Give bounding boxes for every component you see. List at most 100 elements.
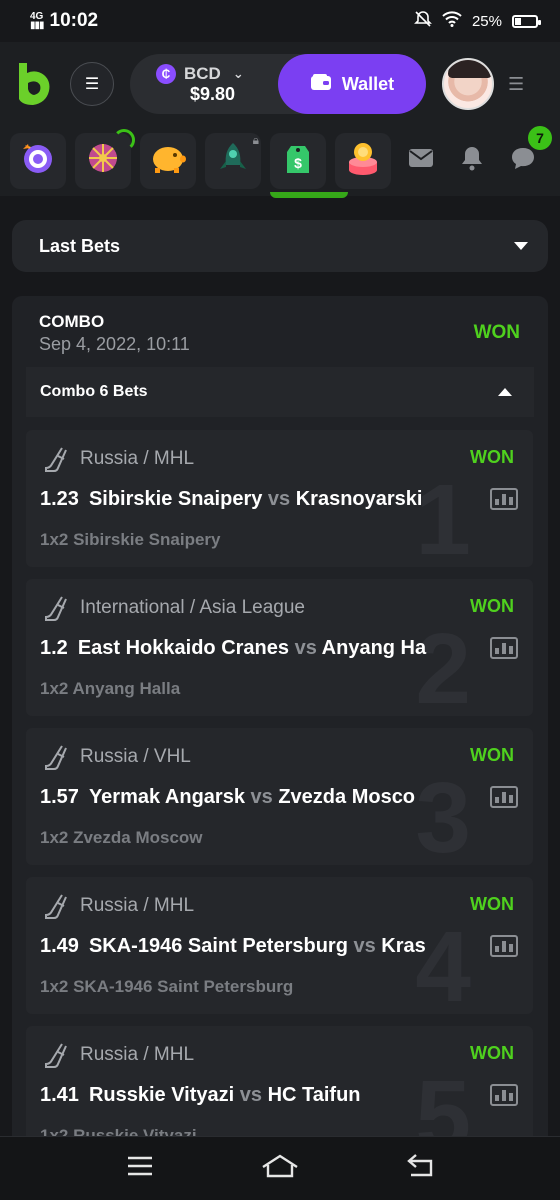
caret-up-icon (498, 388, 512, 396)
bet-match-row: 1.57 Yermak Angarsk vs Zvezda Mosco (40, 786, 480, 809)
chat-badge: 7 (528, 126, 552, 150)
stats-chart-icon[interactable] (490, 786, 518, 808)
bc-logo-icon[interactable] (14, 60, 54, 108)
bet-index-watermark: 2 (415, 613, 471, 716)
home-team: SKA-1946 Saint Petersburg (88, 935, 348, 957)
bet-status: WON (470, 447, 514, 467)
mail-icon (408, 148, 434, 174)
bet-status: WON (470, 1043, 514, 1063)
piggy-bank-tile[interactable] (140, 133, 196, 189)
hockey-stick-icon (44, 1042, 68, 1068)
combo-bets-label: Combo 6 Bets (40, 383, 148, 400)
bet-status: WON (470, 596, 514, 616)
vs-label: vs (267, 488, 291, 510)
bet-pick: 1x2 Anyang Halla (40, 679, 181, 698)
stats-chart-icon[interactable] (490, 637, 518, 659)
bet-league-row: Russia / VHL WON (44, 744, 514, 770)
bet-item[interactable]: 4 Russia / MHL WON 1.49 SKA-1946 Saint Peter… (26, 877, 533, 1014)
target-icon (21, 141, 55, 182)
svg-text:$: $ (294, 155, 302, 171)
lock-icon: 🔒︎ (252, 133, 259, 147)
wallet-icon (310, 73, 332, 96)
network-indicator: 4G ▮▮▮ (30, 12, 44, 31)
chat-button[interactable]: 7 (502, 126, 552, 182)
spin-target-tile[interactable] (10, 133, 66, 189)
mail-button[interactable] (400, 140, 442, 182)
bet-odds: 1.57 (40, 786, 79, 808)
home-team: Sibirskie Snaipery (88, 488, 263, 510)
away-team: Zvezda Mosco (278, 786, 416, 808)
piggy-bank-icon (149, 142, 187, 181)
bet-match-row: 1.2 East Hokkaido Cranes vs Anyang Ha (40, 637, 480, 660)
recents-button[interactable] (120, 1154, 160, 1184)
cash-tag-tile[interactable]: $ (270, 133, 326, 189)
vs-label: vs (294, 637, 317, 659)
bell-icon (460, 145, 484, 177)
lucky-wheel-tile[interactable] (75, 129, 135, 189)
bet-item[interactable]: 5 Russia / MHL WON 1.41 Russkie Vityazi vs H… (26, 1026, 533, 1136)
bet-item[interactable]: 2 International / Asia League WON 1.2 East H… (26, 579, 533, 716)
wallet-button[interactable]: Wallet (278, 54, 426, 114)
bet-odds: 1.2 (40, 637, 68, 659)
combo-bet-card: COMBO Sep 4, 2022, 10:11 WON Combo 6 Bet… (12, 296, 548, 1136)
bet-match-row: 1.23 Sibirskie Snaipery vs Krasnoyarski (40, 488, 480, 511)
stats-chart-icon[interactable] (490, 1084, 518, 1106)
bet-status: WON (470, 745, 514, 765)
home-icon (260, 1153, 300, 1184)
combo-status: WON (473, 322, 520, 343)
chat-icon (510, 146, 536, 176)
bet-status: WON (470, 894, 514, 914)
home-team: Yermak Angarsk (88, 786, 245, 808)
avatar[interactable] (442, 58, 494, 110)
bet-odds: 1.49 (40, 935, 79, 957)
status-bar: 4G ▮▮▮ 10:02 25% (0, 0, 560, 42)
notifications-button[interactable] (451, 140, 493, 182)
caret-down-icon (514, 242, 528, 250)
league-name: Russia / MHL (80, 895, 195, 916)
away-team: Anyang Ha (321, 637, 427, 659)
league-name: Russia / VHL (80, 746, 191, 767)
bet-match-row: 1.49 SKA-1946 Saint Petersburg vs Kras (40, 935, 480, 958)
back-icon (405, 1153, 435, 1184)
bet-league-row: Russia / MHL WON (44, 893, 514, 919)
home-button[interactable] (260, 1154, 300, 1184)
stats-chart-icon[interactable] (490, 935, 518, 957)
bet-league-row: Russia / MHL WON (44, 1042, 514, 1068)
bet-index-watermark: 3 (415, 762, 471, 865)
wallet-label: Wallet (341, 73, 395, 94)
combo-header: COMBO Sep 4, 2022, 10:11 WON (12, 296, 548, 366)
league-name: International / Asia League (80, 597, 306, 618)
currency-code: BCD (184, 63, 221, 83)
battery-icon (512, 14, 541, 28)
combo-date: Sep 4, 2022, 10:11 (39, 334, 190, 354)
signal-icon: ▮▮▮ (30, 20, 44, 31)
rocket-tile[interactable]: 🔒︎ (205, 133, 261, 189)
menu-button[interactable]: ☰ (70, 62, 114, 106)
vs-label: vs (239, 1084, 263, 1106)
bet-item[interactable]: 1 Russia / MHL WON 1.23 Sibirskie Snaipery v… (26, 430, 533, 567)
list-menu-icon[interactable]: ☰ (508, 74, 524, 95)
last-bets-dropdown[interactable]: Last Bets (12, 220, 548, 272)
coin-pot-tile[interactable] (335, 133, 391, 189)
league-name: Russia / MHL (80, 448, 195, 469)
mute-icon (414, 10, 432, 32)
bet-pick: 1x2 Russkie Vityazi (40, 1126, 197, 1136)
bcd-coin-icon: ₵ (156, 63, 176, 84)
bet-odds: 1.41 (40, 1084, 79, 1106)
currency-selector[interactable]: ₵ BCD ⌄ $9.80 (130, 63, 280, 105)
balance-amount: $9.80 (190, 83, 236, 104)
bet-item[interactable]: 3 Russia / VHL WON 1.57 Yermak Angarsk vs Zv… (26, 728, 533, 865)
combo-title: COMBO (39, 312, 105, 331)
back-button[interactable] (400, 1154, 440, 1184)
home-team: Russkie Vityazi (88, 1084, 235, 1106)
hockey-stick-icon (44, 595, 68, 621)
bet-pick: 1x2 Sibirskie Snaipery (40, 530, 221, 549)
feature-strip: 🔒︎ $ 7 (0, 126, 560, 196)
combo-bets-toggle[interactable]: Combo 6 Bets (26, 367, 534, 417)
balance-wallet-pill: ₵ BCD ⌄ $9.80 Wallet (130, 54, 426, 114)
stats-chart-icon[interactable] (490, 488, 518, 510)
bet-pick: 1x2 Zvezda Moscow (40, 828, 203, 847)
away-team: HC Taifun (267, 1084, 361, 1106)
wifi-icon (442, 11, 462, 31)
league-name: Russia / MHL (80, 1044, 195, 1065)
